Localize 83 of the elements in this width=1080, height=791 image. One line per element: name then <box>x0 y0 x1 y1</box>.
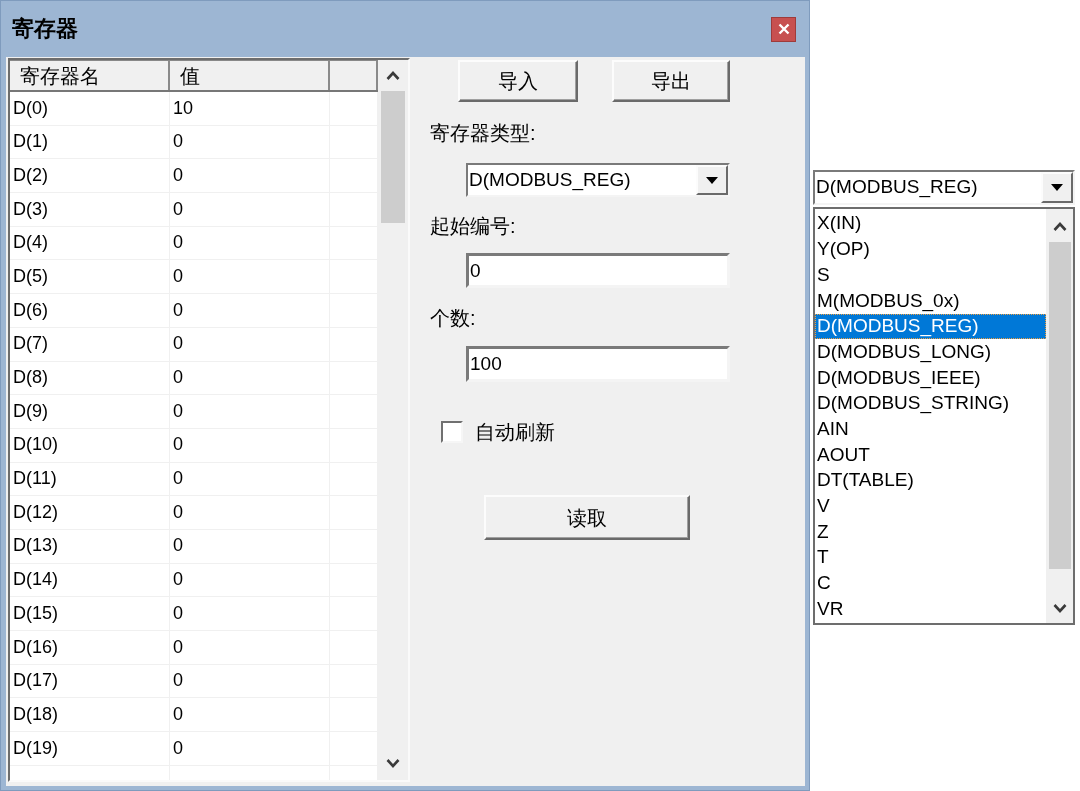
table-cell: D(10) <box>10 428 170 462</box>
checkbox[interactable] <box>441 421 463 443</box>
table-cell: D(18) <box>10 698 170 732</box>
import-button[interactable]: 导入 <box>458 60 578 102</box>
table-cell: 0 <box>170 698 330 732</box>
dropdown-field[interactable]: D(MODBUS_REG) <box>466 163 730 197</box>
close-icon <box>777 23 790 35</box>
dropdown-option[interactable]: D(MODBUS_REG) <box>815 313 1046 340</box>
table-cell: 0 <box>170 462 330 496</box>
scrollbar-thumb[interactable] <box>1048 242 1071 569</box>
field-label: 寄存器类型: <box>430 121 536 146</box>
dropdown-option[interactable]: X(IN) <box>815 211 1046 237</box>
field-label: 个数: <box>430 306 476 331</box>
table-cell: D(9) <box>10 395 170 428</box>
table-cell: D(8) <box>10 361 170 395</box>
field-label: 起始编号: <box>430 214 516 239</box>
input-field[interactable]: 0 <box>466 253 730 288</box>
table-cell: D(13) <box>10 529 170 563</box>
table-cell: 0 <box>170 125 330 159</box>
dropdown-option[interactable]: S <box>815 262 1046 289</box>
table-cell: D(0) <box>10 92 170 125</box>
table-cell: 0 <box>170 327 330 361</box>
dropdown-option[interactable]: Y(OP) <box>815 236 1046 263</box>
table-cell: 0 <box>170 496 330 529</box>
chevron-up-icon <box>1052 222 1067 231</box>
checkbox-label: 自动刷新 <box>475 420 555 444</box>
input-field[interactable]: 100 <box>466 346 730 382</box>
read-button[interactable]: 读取 <box>484 495 690 540</box>
scrollbar-thumb[interactable] <box>381 91 405 223</box>
table-cell: 0 <box>170 226 330 260</box>
table-cell: D(12) <box>10 496 170 529</box>
table-cell: D(1) <box>10 125 170 159</box>
dropdown-option[interactable]: AOUT <box>815 442 1046 468</box>
chevron-down-icon <box>1052 604 1067 613</box>
scrollbar[interactable] <box>378 60 408 780</box>
table-cell: D(7) <box>10 327 170 361</box>
dropdown-button[interactable] <box>696 165 728 195</box>
table-cell: D(14) <box>10 563 170 597</box>
export-button[interactable]: 导出 <box>612 60 730 102</box>
dropdown-option[interactable]: M(MODBUS_0x) <box>815 288 1046 314</box>
caret-down-icon <box>706 176 718 184</box>
table-cell: 0 <box>170 664 330 698</box>
caret-down-icon <box>1051 184 1063 191</box>
table-cell: 0 <box>170 597 330 630</box>
window-title: 寄存器 <box>12 15 78 43</box>
table-cell: 0 <box>170 159 330 193</box>
dropdown-option[interactable]: T <box>815 544 1046 571</box>
table-cell: D(6) <box>10 294 170 327</box>
table-cell: D(17) <box>10 664 170 698</box>
table-cell: 0 <box>170 193 330 226</box>
table-cell: 0 <box>170 294 330 327</box>
dropdown-option[interactable]: D(MODBUS_STRING) <box>815 390 1046 417</box>
table-cell: 0 <box>170 428 330 462</box>
table-cell: 0 <box>170 260 330 294</box>
dropdown-option[interactable]: C <box>815 570 1046 597</box>
dropdown-option[interactable]: D(MODBUS_IEEE) <box>815 365 1046 391</box>
dropdown-option[interactable]: V <box>815 493 1046 520</box>
table-cell: D(11) <box>10 462 170 496</box>
table-cell: 10 <box>170 92 330 125</box>
dropdown-option[interactable]: VR <box>815 596 1046 622</box>
table-cell: D(16) <box>10 631 170 664</box>
dropdown-button[interactable] <box>1041 172 1073 203</box>
dropdown-option[interactable]: DT(TABLE) <box>815 467 1046 494</box>
dropdown-option[interactable]: AIN <box>815 416 1046 443</box>
table-cell: 0 <box>170 395 330 428</box>
chevron-up-icon <box>386 71 400 80</box>
table-cell: 0 <box>170 529 330 563</box>
close-button[interactable] <box>771 16 796 42</box>
table-cell: D(15) <box>10 597 170 630</box>
chevron-down-icon <box>386 759 400 768</box>
dropdown-option[interactable]: Z <box>815 519 1046 545</box>
table-cell: D(4) <box>10 226 170 260</box>
dropdown-field[interactable]: D(MODBUS_REG) <box>813 170 1075 205</box>
table-cell: 0 <box>170 732 330 765</box>
table-cell: D(19) <box>10 732 170 765</box>
table-cell: 0 <box>170 631 330 664</box>
table-cell: D(3) <box>10 193 170 226</box>
table-cell: D(5) <box>10 260 170 294</box>
table-cell: 0 <box>170 361 330 395</box>
table-cell: 0 <box>170 563 330 597</box>
scrollbar[interactable] <box>1046 209 1073 623</box>
table-cell: D(2) <box>10 159 170 193</box>
dropdown-option[interactable]: D(MODBUS_LONG) <box>815 339 1046 366</box>
